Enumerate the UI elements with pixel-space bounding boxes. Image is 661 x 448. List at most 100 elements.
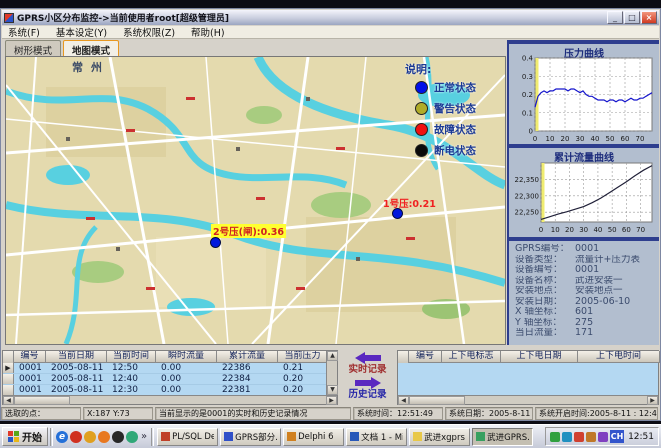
scrollbar-thumb[interactable] xyxy=(409,396,465,405)
minimize-button[interactable]: _ xyxy=(607,11,623,24)
history-arrow-icon[interactable] xyxy=(352,377,384,389)
horizontal-scrollbar[interactable]: ◀ ▶ xyxy=(398,395,658,404)
status-current-display: 当前显示的是0001的实时和历史记录情况 xyxy=(155,407,351,420)
power-records-table: 编号 上下电标志 上下电日期 上下电时间 ◀ ▶ xyxy=(397,350,659,405)
col-power-date[interactable]: 上下电日期 xyxy=(501,351,578,363)
map-panel[interactable]: 常州 说明: 正常状态 警告状态 故障状态 断电状态 1号压:0.21 2号压(… xyxy=(5,56,506,345)
scroll-down-icon[interactable]: ▼ xyxy=(327,385,338,395)
svg-text:10: 10 xyxy=(546,135,555,143)
map-place-label: 常州 xyxy=(72,59,110,75)
horizontal-scrollbar[interactable]: ◀ ▶ xyxy=(3,395,337,404)
col-date[interactable]: 当前日期 xyxy=(46,351,107,363)
device-info-panel: GPRS编号：0001 设备类型：流量计+压力表 设备编号：0001 设备名称：… xyxy=(515,244,657,339)
row-selector-column xyxy=(3,351,14,363)
marker-1-dot[interactable] xyxy=(392,208,403,219)
media-icon[interactable] xyxy=(84,431,96,443)
legend-item-warning: 警告状态 xyxy=(403,98,499,119)
taskbar: 开始 e » PL/SQL Dev... GPRS部分.... Delphi 6… xyxy=(0,424,661,448)
svg-text:22,300: 22,300 xyxy=(515,192,540,200)
ie-icon[interactable]: e xyxy=(56,431,68,443)
scroll-left-icon[interactable]: ◀ xyxy=(398,396,409,405)
menu-system[interactable]: 系统(F) xyxy=(8,25,40,39)
start-button[interactable]: 开始 xyxy=(2,427,48,446)
table-row[interactable]: ▶ 0001 2005-08-11 12:50 0.00 22386 0.21 xyxy=(3,363,326,374)
chevron-overflow-icon[interactable]: » xyxy=(141,431,147,442)
svg-text:0: 0 xyxy=(539,226,543,234)
info-gprs-id: GPRS编号：0001 xyxy=(515,244,657,255)
clock: 12:51 xyxy=(628,432,654,442)
info-device-id: 设备编号：0001 xyxy=(515,265,657,276)
realplayer-icon[interactable] xyxy=(70,431,82,443)
task-gprs-doc[interactable]: GPRS部分.... xyxy=(220,428,281,446)
task-word-doc[interactable]: 文档 1 - Mic... xyxy=(346,428,407,446)
col-power-flag[interactable]: 上下电标志 xyxy=(442,351,501,363)
history-records-button[interactable]: 历史记录 xyxy=(339,389,396,401)
menu-basic-settings[interactable]: 基本设定(Y) xyxy=(56,25,107,39)
scroll-right-icon[interactable]: ▶ xyxy=(647,396,658,405)
scroll-up-icon[interactable]: ▲ xyxy=(327,351,338,361)
menu-permissions[interactable]: 系统权限(Z) xyxy=(123,25,175,39)
col-time[interactable]: 当前时间 xyxy=(107,351,156,363)
task-delphi[interactable]: Delphi 6 xyxy=(283,428,344,446)
title-bar[interactable]: GPRS小区分布监控->当前使用者root[超级管理员] _ □ × xyxy=(2,10,659,25)
scrollbar-thumb[interactable] xyxy=(14,396,70,405)
legend-item-power-off: 断电状态 xyxy=(403,140,499,161)
status-bar: 选取的点： X:187 Y:73 当前显示的是0001的实时和历史记录情况 系统… xyxy=(1,407,660,420)
marker-1-label[interactable]: 1号压:0.21 xyxy=(383,196,436,210)
svg-text:60: 60 xyxy=(622,226,631,234)
folder-icon xyxy=(413,432,422,441)
language-indicator[interactable]: CH xyxy=(610,430,624,443)
tray-icon-5[interactable] xyxy=(598,432,608,442)
realtime-records-button[interactable]: 实时记录 xyxy=(339,364,396,376)
table-row[interactable]: 0001 2005-08-11 12:40 0.00 22384 0.20 xyxy=(3,374,326,385)
svg-text:30: 30 xyxy=(576,135,585,143)
marker-2-label[interactable]: 2号压(闸):0.36 xyxy=(211,224,286,238)
tray-icon-4[interactable] xyxy=(586,432,596,442)
legend-item-fault: 故障状态 xyxy=(403,119,499,140)
svg-text:0.3: 0.3 xyxy=(522,73,533,81)
wujin-gprs-icon xyxy=(476,432,485,441)
task-folder-xgprs[interactable]: 武进xgprs xyxy=(409,428,470,446)
marker-2-dot[interactable] xyxy=(210,237,221,248)
app-icon xyxy=(4,13,14,23)
col-instant-flow[interactable]: 瞬时流量 xyxy=(156,351,217,363)
col-total-flow[interactable]: 累计流量 xyxy=(217,351,278,363)
delphi-icon xyxy=(287,432,296,441)
tab-map-mode[interactable]: 地图模式 xyxy=(63,40,119,56)
col-id[interactable]: 编号 xyxy=(409,351,442,363)
desktop: GPRS小区分布监控->当前使用者root[超级管理员] _ □ × 系统(F)… xyxy=(0,0,661,448)
col-id[interactable]: 编号 xyxy=(14,351,46,363)
tab-tree-mode[interactable]: 树形模式 xyxy=(5,40,61,56)
col-power-time[interactable]: 上下电时间 xyxy=(578,351,660,363)
info-install-date: 安装日期：2005-06-10 xyxy=(515,297,657,308)
info-install-site: 安装地点：安装地点一 xyxy=(515,286,657,297)
normal-status-icon xyxy=(415,81,428,94)
fault-status-icon xyxy=(415,123,428,136)
messenger-icon[interactable] xyxy=(98,431,110,443)
status-coordinates: X:187 Y:73 xyxy=(83,407,153,420)
system-tray: CH 12:51 xyxy=(545,427,659,446)
col-pressure[interactable]: 当前压力 xyxy=(278,351,328,363)
svg-text:70: 70 xyxy=(636,226,645,234)
menu-help[interactable]: 帮助(H) xyxy=(191,25,225,39)
tray-icon-1[interactable] xyxy=(550,432,560,442)
close-button[interactable]: × xyxy=(641,11,657,24)
info-daily-flow: 当日流量：171 xyxy=(515,328,657,339)
empty-table-body[interactable] xyxy=(398,363,658,396)
scroll-right-icon[interactable]: ▶ xyxy=(326,396,337,405)
realtime-arrow-icon[interactable] xyxy=(352,352,384,364)
current-row-icon: ▶ xyxy=(3,363,14,373)
map-legend: 说明: 正常状态 警告状态 故障状态 断电状态 xyxy=(403,61,499,161)
scroll-left-icon[interactable]: ◀ xyxy=(3,396,14,405)
svg-text:20: 20 xyxy=(561,135,570,143)
window-title: GPRS小区分布监控->当前使用者root[超级管理员] xyxy=(17,11,606,24)
tray-icon-3[interactable] xyxy=(574,432,584,442)
restore-button[interactable]: □ xyxy=(624,11,640,24)
task-wujin-gprs[interactable]: 武进GPRS... xyxy=(472,428,533,446)
task-plsql[interactable]: PL/SQL Dev... xyxy=(157,428,218,446)
svg-text:22,350: 22,350 xyxy=(515,176,540,184)
tray-icon-2[interactable] xyxy=(562,432,572,442)
browser-icon[interactable] xyxy=(126,431,138,443)
qq-icon[interactable] xyxy=(112,431,124,443)
vertical-scrollbar[interactable]: ▲ ▼ xyxy=(326,351,337,395)
